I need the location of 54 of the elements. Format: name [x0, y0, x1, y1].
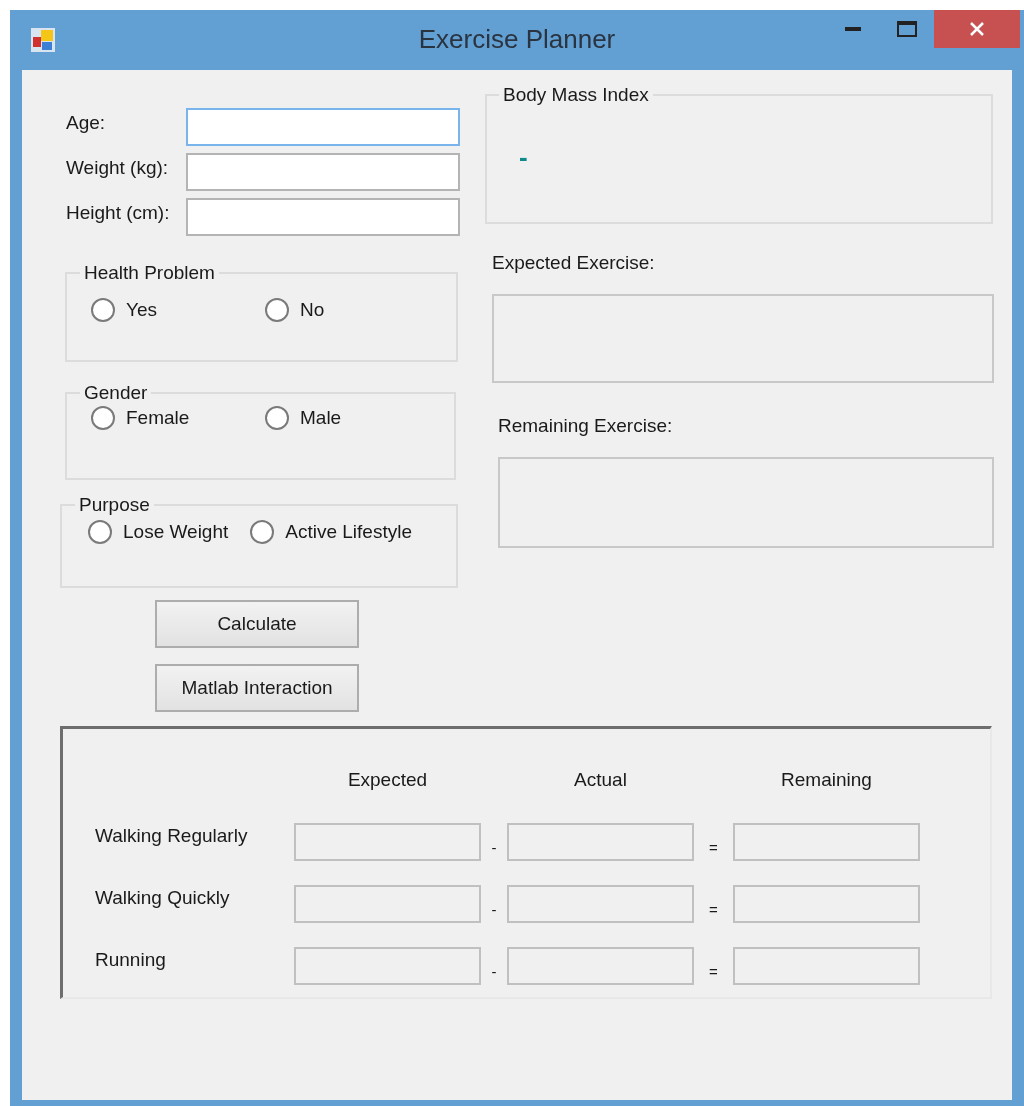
radio-option[interactable]: Lose Weight [88, 520, 229, 544]
operator: - [491, 900, 497, 918]
radio-icon[interactable] [265, 406, 289, 430]
input-field[interactable] [733, 823, 920, 861]
column-header: Expected [347, 769, 428, 790]
column-header: Remaining [781, 769, 872, 790]
row-label: Walking Regularly [95, 824, 249, 847]
radio-icon[interactable] [91, 406, 115, 430]
input-field[interactable] [186, 153, 460, 191]
input-field[interactable] [186, 108, 460, 146]
operator: = [709, 900, 718, 918]
radio-option[interactable]: Male [265, 406, 439, 430]
input-field[interactable] [294, 885, 481, 923]
input-field[interactable] [507, 885, 694, 923]
section-label: Remaining Exercise: [498, 415, 674, 437]
input-field[interactable] [186, 198, 460, 236]
radio-icon[interactable] [91, 298, 115, 322]
minimize-icon [845, 26, 861, 32]
operator: - [491, 838, 497, 856]
operator: = [709, 838, 718, 856]
action-button[interactable]: Matlab Interaction [155, 664, 359, 712]
row-label: Running [95, 948, 167, 971]
operator: - [491, 962, 497, 980]
maximize-icon [897, 21, 917, 37]
input-field[interactable] [507, 823, 694, 861]
group-title: Gender [83, 382, 149, 404]
close-button[interactable] [934, 10, 1020, 48]
input-field[interactable] [733, 947, 920, 985]
row-label: Walking Quickly [95, 886, 231, 909]
radio-icon[interactable] [265, 298, 289, 322]
field-label: Weight (kg): [65, 156, 170, 179]
field-label: Age: [65, 111, 107, 134]
section-label: Expected Exercise: [492, 252, 656, 274]
bmi-value: - [519, 142, 528, 172]
input-field[interactable] [294, 823, 481, 861]
radio-icon[interactable] [88, 520, 112, 544]
input-field[interactable] [733, 885, 920, 923]
action-button[interactable]: Calculate [155, 600, 359, 648]
field-label: Height (cm): [65, 201, 171, 224]
column-header: Actual [574, 769, 627, 790]
operator: = [709, 962, 718, 980]
radio-option[interactable]: Active Lifestyle [250, 520, 412, 544]
radio-icon[interactable] [250, 520, 275, 544]
window-title: Exercise Planner [418, 24, 616, 54]
radio-option[interactable]: Yes [91, 298, 265, 322]
input-field[interactable] [507, 947, 694, 985]
group-title: Health Problem [83, 262, 216, 284]
input-field[interactable] [294, 947, 481, 985]
app-icon [30, 27, 56, 53]
radio-option[interactable]: No [265, 298, 439, 322]
close-icon [969, 21, 985, 37]
group-title: Purpose [78, 494, 151, 516]
group-title: Body Mass Index [502, 84, 650, 106]
radio-option[interactable]: Female [91, 406, 265, 430]
